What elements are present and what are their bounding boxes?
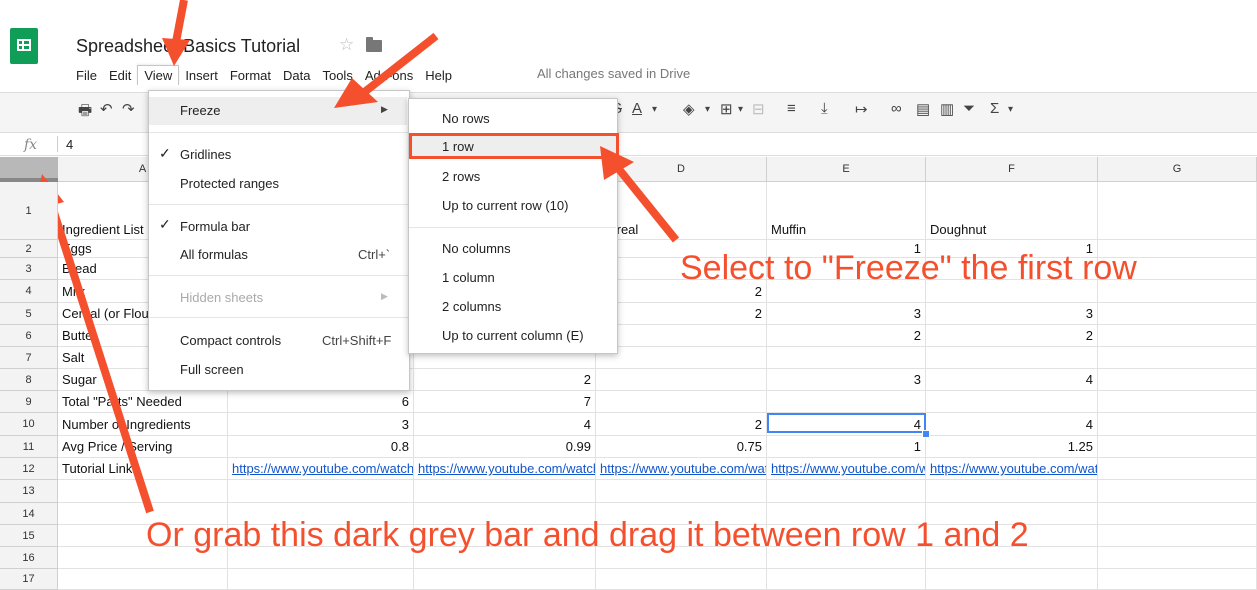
row-header-2[interactable]: 2 <box>0 240 58 258</box>
arrow-to-one-row <box>614 165 680 243</box>
row-header-6[interactable]: 6 <box>0 325 58 347</box>
row-header-1[interactable]: 1 <box>0 182 58 240</box>
arrow-to-one-row-head <box>600 146 634 180</box>
arrow-to-freeze-handle <box>46 198 154 514</box>
row-header-3[interactable]: 3 <box>0 258 58 280</box>
row-header-14[interactable]: 14 <box>0 503 58 525</box>
row-header-8[interactable]: 8 <box>0 369 58 391</box>
row-header-11[interactable]: 11 <box>0 436 58 458</box>
row-header-7[interactable]: 7 <box>0 347 58 369</box>
annotation-arrows <box>34 0 680 514</box>
arrow-to-freeze <box>359 32 439 98</box>
row-header-4[interactable]: 4 <box>0 280 58 303</box>
row-header-5[interactable]: 5 <box>0 303 58 325</box>
arrow-to-view-menu-head <box>162 38 190 66</box>
row-header-13[interactable]: 13 <box>0 480 58 503</box>
row-header-15[interactable]: 15 <box>0 525 58 547</box>
row-header-12[interactable]: 12 <box>0 458 58 480</box>
row-header-16[interactable]: 16 <box>0 547 58 569</box>
arrow-to-view-menu <box>172 0 188 43</box>
row-header-9[interactable]: 9 <box>0 391 58 413</box>
row-header-17[interactable]: 17 <box>0 569 58 590</box>
row-header-10[interactable]: 10 <box>0 413 58 436</box>
